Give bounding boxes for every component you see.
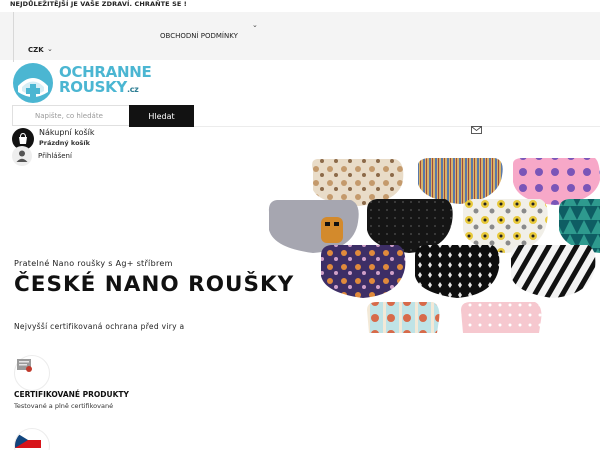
- mask-roses: [367, 302, 440, 333]
- mail-icon[interactable]: [471, 126, 482, 134]
- masks-hero-image: [268, 158, 600, 333]
- header-bar: [0, 12, 600, 60]
- chevron-down-icon[interactable]: ⌄: [47, 45, 53, 53]
- divider: [13, 12, 14, 62]
- site-logo[interactable]: OCHRANNE ROUSKY.cz: [12, 62, 162, 104]
- czech-flag-icon: [14, 428, 50, 450]
- mask-cards: [415, 245, 500, 298]
- hero-kicker: Pratelné Nano roušky s Ag+ stříbrem: [14, 259, 173, 268]
- certificate-icon: [14, 355, 50, 391]
- mask-tropical: [559, 199, 600, 253]
- chevron-down-icon[interactable]: ⌄: [252, 21, 258, 29]
- cart-title[interactable]: Nákupní košík: [39, 128, 95, 137]
- logo-tld: .cz: [126, 85, 139, 94]
- feature-title: CERTIFIKOVANÉ PRODUKTY: [14, 390, 129, 399]
- mask-flowers: [463, 199, 548, 253]
- mask-black: [367, 199, 453, 253]
- logo-wordmark: OCHRANNE ROUSKY.cz: [59, 65, 152, 97]
- mask-stripes: [418, 158, 503, 204]
- hero-title: ČESKÉ NANO ROUŠKY: [14, 272, 295, 297]
- currency-selector[interactable]: CZK: [28, 46, 44, 54]
- header-divider: [194, 126, 600, 127]
- cart-status: Prázdný košík: [39, 139, 90, 147]
- logo-line2: ROUSKY: [59, 78, 127, 96]
- search-input[interactable]: [12, 105, 129, 126]
- feature-subtitle: Testované a plně certifikované: [14, 402, 114, 410]
- announcement-text: NEJDŮLEŽITĚJŠÍ JE VAŠE ZDRAVÍ. CHRAŇTE S…: [10, 0, 187, 8]
- nav-link-terms[interactable]: OBCHODNÍ PODMÍNKY: [160, 32, 238, 40]
- mask-cats: [321, 245, 406, 298]
- mask-pink-violet: [513, 158, 600, 205]
- mask-zebra: [511, 245, 596, 298]
- login-link[interactable]: Přihlášení: [38, 152, 72, 160]
- search-button[interactable]: Hledat: [129, 105, 194, 127]
- top-announcement-bar: NEJDŮLEŽITĚJŠÍ JE VAŠE ZDRAVÍ. CHRAŇTE S…: [0, 0, 600, 12]
- logo-icon: [13, 63, 53, 103]
- mask-pink: [461, 302, 542, 333]
- hero-subtitle: Nejvyšší certifikovaná ochrana před viry…: [14, 322, 185, 331]
- user-icon[interactable]: [12, 146, 32, 166]
- mask-paisley: [312, 159, 404, 206]
